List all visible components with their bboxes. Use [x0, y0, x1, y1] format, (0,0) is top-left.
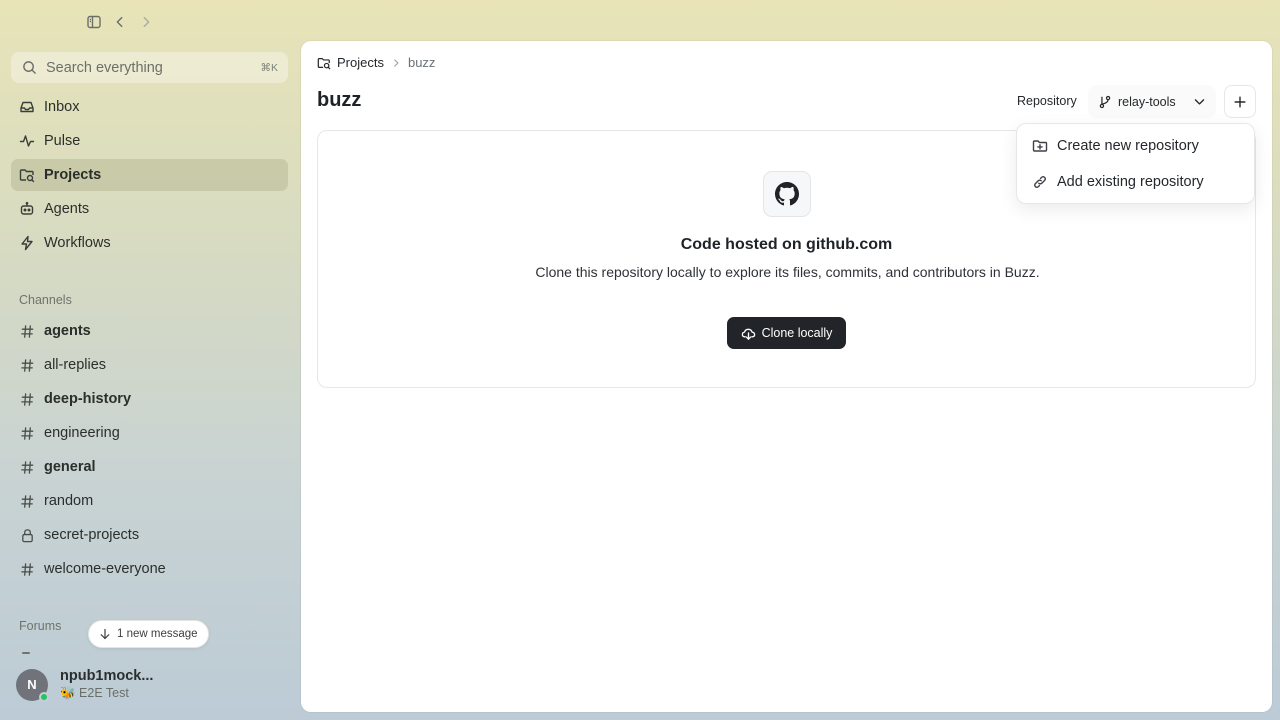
- channel-item-all-replies[interactable]: all-replies: [11, 349, 288, 381]
- nav-item-projects[interactable]: Projects: [11, 159, 288, 191]
- github-icon: [763, 171, 811, 217]
- repository-selected: relay-tools: [1118, 94, 1176, 109]
- channel-item-secret-projects[interactable]: secret-projects: [11, 519, 288, 551]
- repository-label: Repository: [1017, 94, 1077, 108]
- menu-item-create-repository[interactable]: Create new repository: [1021, 128, 1250, 164]
- add-repository-button[interactable]: [1224, 85, 1256, 118]
- chevron-down-icon: [1194, 99, 1205, 105]
- channel-label: agents: [44, 323, 91, 339]
- hash-icon: [19, 323, 35, 339]
- menu-item-add-existing-repository[interactable]: Add existing repository: [1021, 164, 1250, 200]
- arrow-down-icon: [100, 628, 110, 640]
- empty-state-description: Clone this repository locally to explore…: [535, 264, 1040, 280]
- hash-icon: [19, 391, 35, 407]
- nav-item-label: Projects: [44, 167, 102, 183]
- new-message-pill[interactable]: 1 new message: [88, 620, 209, 648]
- nav-item-agents[interactable]: Agents: [11, 193, 288, 225]
- channel-item-agents[interactable]: agents: [11, 315, 288, 347]
- channel-item-welcome-everyone[interactable]: welcome-everyone: [11, 553, 288, 585]
- hash-icon: [19, 493, 35, 509]
- user-status: 🐝 E2E Test: [60, 686, 129, 700]
- search-shortcut: ⌘K: [260, 61, 278, 74]
- bot-icon: [19, 201, 35, 217]
- page-title: buzz: [317, 89, 362, 111]
- nav-item-inbox[interactable]: Inbox: [11, 91, 288, 123]
- hash-icon: [19, 425, 35, 441]
- nav-item-label: Workflows: [44, 235, 111, 251]
- clone-locally-label: Clone locally: [761, 326, 833, 340]
- channel-item-random[interactable]: random: [11, 485, 288, 517]
- folder-plus-icon: [1032, 138, 1048, 154]
- avatar: N: [16, 668, 49, 702]
- search-placeholder: Search everything: [46, 59, 163, 76]
- channel-item-general[interactable]: general: [11, 451, 288, 483]
- menu-item-label: Create new repository: [1057, 138, 1199, 154]
- chevron-right-icon: [394, 58, 399, 67]
- repository-select[interactable]: relay-tools: [1088, 85, 1216, 118]
- nav-item-label: Inbox: [44, 99, 80, 115]
- nav-item-label: Agents: [44, 201, 90, 217]
- menu-item-label: Add existing repository: [1057, 174, 1204, 190]
- hash-icon: [19, 357, 35, 373]
- primary-nav: Inbox Pulse Projects Agents Workflows: [11, 91, 288, 261]
- breadcrumb-current: buzz: [407, 55, 436, 70]
- lock-icon: [19, 527, 35, 543]
- search-input[interactable]: Search everything ⌘K: [11, 52, 288, 83]
- channel-label: deep-history: [44, 391, 132, 407]
- chevron-right-icon: [143, 16, 150, 28]
- user-meta: npub1mock... 🐝 E2E Test: [60, 668, 153, 701]
- channel-label: engineering: [44, 425, 120, 441]
- new-message-label: 1 new message: [117, 628, 198, 640]
- window-controls: [84, 12, 156, 32]
- nav-item-pulse[interactable]: Pulse: [11, 125, 288, 157]
- toggle-sidebar-button[interactable]: [84, 12, 104, 32]
- back-button[interactable]: [110, 12, 130, 32]
- link-icon: [1032, 174, 1048, 190]
- nav-item-label: Pulse: [44, 133, 81, 149]
- breadcrumb-projects-link[interactable]: Projects: [317, 55, 384, 70]
- cloud-download-icon: [741, 328, 755, 340]
- clone-locally-button[interactable]: Clone locally: [727, 317, 846, 349]
- chevron-left-icon: [116, 16, 123, 28]
- breadcrumb-root-label: Projects: [337, 55, 384, 70]
- sidebar: Search everything ⌘K Inbox Pulse Project…: [0, 0, 300, 720]
- breadcrumb: Projects buzz: [317, 55, 435, 70]
- forums-heading: Forums: [19, 619, 62, 633]
- folder-icon: [317, 57, 331, 69]
- sidebar-toggle-icon: [87, 15, 101, 29]
- channels-heading: Channels: [19, 293, 72, 307]
- empty-state-title: Code hosted on github.com: [680, 236, 893, 253]
- pulse-icon: [19, 133, 35, 149]
- forum-item-peek: [22, 652, 30, 654]
- channel-label: general: [44, 459, 96, 475]
- forward-button[interactable]: [136, 12, 156, 32]
- channel-label: welcome-everyone: [44, 561, 166, 577]
- channel-item-engineering[interactable]: engineering: [11, 417, 288, 449]
- add-repository-menu: Create new repository Add existing repos…: [1016, 123, 1255, 204]
- bolt-icon: [19, 235, 35, 251]
- git-branch-icon: [1099, 95, 1111, 108]
- inbox-icon: [19, 99, 35, 115]
- search-icon: [23, 61, 36, 74]
- plus-icon: [1234, 95, 1246, 108]
- online-status-dot: [39, 691, 49, 702]
- avatar-initial: N: [27, 677, 37, 692]
- user-name: npub1mock...: [60, 668, 154, 684]
- channel-label: all-replies: [44, 357, 107, 373]
- hash-icon: [19, 459, 35, 475]
- channel-item-deep-history[interactable]: deep-history: [11, 383, 288, 415]
- hash-icon: [19, 561, 35, 577]
- channel-list: agents all-replies deep-history engineer…: [11, 315, 288, 587]
- folder-icon: [19, 167, 35, 183]
- channel-label: secret-projects: [44, 527, 140, 543]
- nav-item-workflows[interactable]: Workflows: [11, 227, 288, 259]
- channel-label: random: [44, 493, 94, 509]
- user-profile[interactable]: N npub1mock... 🐝 E2E Test: [16, 668, 153, 702]
